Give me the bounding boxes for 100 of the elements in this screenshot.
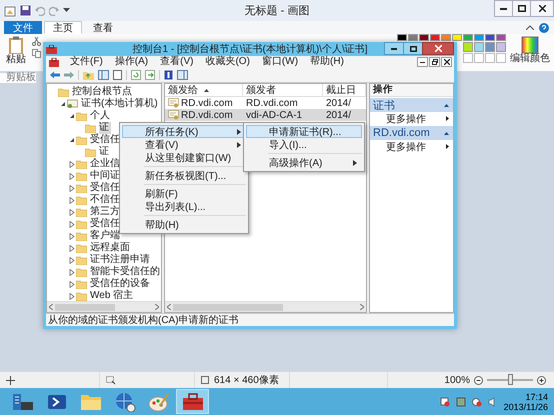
tray-icon[interactable] bbox=[456, 396, 466, 406]
collapse-ribbon-icon[interactable] bbox=[526, 25, 534, 30]
tree-item[interactable]: 企业信 bbox=[90, 158, 122, 170]
tree-item[interactable]: 第三方 bbox=[90, 206, 122, 218]
tree-item[interactable]: 中间证 bbox=[90, 170, 122, 182]
close-button[interactable] bbox=[530, 0, 554, 17]
menu-item[interactable]: 新任务板视图(T)... bbox=[122, 169, 246, 182]
column-header[interactable]: 截止日 bbox=[323, 84, 366, 96]
zoom-in-icon[interactable] bbox=[537, 376, 546, 384]
collapsed-arrow-icon[interactable] bbox=[69, 172, 75, 180]
zoom-out-icon[interactable] bbox=[474, 376, 483, 384]
menu-item[interactable]: 导出列表(L)... bbox=[122, 200, 246, 213]
column-header[interactable]: 颁发者 bbox=[243, 84, 323, 96]
tree-item[interactable]: 证书(本地计算机) bbox=[81, 98, 160, 110]
color-swatch[interactable] bbox=[408, 34, 418, 41]
menu-item[interactable]: 所有任务(K) bbox=[122, 125, 246, 138]
zoom-slider-thumb[interactable] bbox=[508, 374, 513, 385]
menu-item[interactable]: 刷新(F) bbox=[122, 187, 246, 200]
restore-button[interactable] bbox=[429, 57, 440, 67]
menu-item[interactable]: 窗口(W) bbox=[260, 56, 300, 68]
menu-item[interactable]: 操作(A) bbox=[114, 56, 150, 68]
up-folder-icon[interactable] bbox=[83, 69, 94, 81]
forward-icon[interactable] bbox=[64, 69, 74, 81]
section-header[interactable]: 证书 bbox=[370, 98, 453, 112]
menu-item[interactable]: 高级操作(A) bbox=[246, 156, 362, 169]
tree-item[interactable]: 受信任 bbox=[90, 218, 122, 230]
ribbon-tab[interactable]: 主页 bbox=[44, 21, 82, 34]
refresh-icon[interactable] bbox=[131, 69, 141, 81]
tree-item[interactable]: 控制台根节点 bbox=[72, 86, 134, 98]
tree-item[interactable]: 客户端 bbox=[90, 230, 122, 242]
color-swatch[interactable] bbox=[496, 34, 506, 41]
taskbar-button[interactable] bbox=[176, 389, 209, 414]
color-spectrum-icon[interactable] bbox=[521, 36, 539, 54]
ribbon-tab[interactable]: 查看 bbox=[84, 21, 122, 34]
tray-icon[interactable] bbox=[472, 396, 482, 406]
color-swatch[interactable] bbox=[397, 34, 407, 41]
tree-item[interactable]: 智能卡受信任的 bbox=[90, 266, 161, 278]
save-icon[interactable] bbox=[20, 5, 31, 16]
tree-item[interactable]: 不信任 bbox=[90, 194, 122, 206]
tree-item[interactable]: 受信任的设备 bbox=[90, 278, 152, 290]
maximize-button[interactable] bbox=[403, 42, 423, 55]
tree-item[interactable]: 证 bbox=[99, 146, 111, 158]
collapsed-arrow-icon[interactable] bbox=[69, 184, 75, 192]
tray-icon[interactable] bbox=[440, 396, 450, 406]
scroll-left-icon[interactable] bbox=[49, 304, 53, 310]
tree-item[interactable]: 证 bbox=[99, 122, 111, 134]
maximize-button[interactable] bbox=[512, 0, 531, 17]
tree-item[interactable]: Web 宿主 bbox=[90, 290, 136, 301]
tree-toggle-icon[interactable] bbox=[98, 69, 109, 81]
section-header[interactable]: RD.vdi.com bbox=[370, 126, 453, 140]
menu-item[interactable]: 帮助(H) bbox=[122, 218, 246, 231]
menu-item[interactable]: 从这里创建窗口(W) bbox=[122, 151, 246, 164]
scroll-right-icon[interactable] bbox=[360, 304, 364, 310]
collapsed-arrow-icon[interactable] bbox=[69, 256, 75, 264]
minimize-button[interactable] bbox=[384, 42, 404, 55]
help-book-icon[interactable] bbox=[164, 69, 173, 81]
help-icon[interactable] bbox=[539, 22, 549, 32]
menu-item[interactable]: 帮助(H) bbox=[309, 56, 345, 68]
color-swatch[interactable] bbox=[452, 34, 462, 41]
close-button[interactable] bbox=[441, 57, 452, 67]
paste-label[interactable]: 粘贴 bbox=[6, 54, 26, 65]
expanded-arrow-icon[interactable] bbox=[69, 113, 75, 119]
minimize-button[interactable] bbox=[417, 57, 428, 67]
menu-item[interactable]: 导入(I)... bbox=[246, 138, 362, 151]
clipboard-icon[interactable] bbox=[8, 36, 24, 54]
menu-item[interactable]: 查看(V) bbox=[122, 138, 246, 151]
scrollbar[interactable] bbox=[47, 301, 161, 312]
back-icon[interactable] bbox=[50, 69, 60, 81]
color-swatch[interactable] bbox=[441, 34, 451, 41]
document-icon[interactable] bbox=[113, 69, 122, 81]
color-swatch[interactable] bbox=[474, 42, 484, 52]
dropdown-icon[interactable] bbox=[63, 8, 70, 13]
list-row[interactable]: RD.vdi.com vdi-AD-CA-1 2014/ bbox=[165, 109, 366, 121]
collapsed-arrow-icon[interactable] bbox=[69, 244, 75, 252]
expanded-arrow-icon[interactable] bbox=[69, 137, 75, 143]
menu-item[interactable]: 申请新证书(R)... bbox=[246, 125, 362, 138]
color-swatch[interactable] bbox=[474, 34, 484, 41]
color-swatch[interactable] bbox=[496, 42, 506, 52]
scroll-left-icon[interactable] bbox=[167, 304, 171, 310]
color-swatch[interactable] bbox=[485, 42, 495, 52]
collapsed-arrow-icon[interactable] bbox=[69, 208, 75, 216]
edit-colors-label[interactable]: 编辑颜色 bbox=[510, 54, 550, 64]
color-swatch[interactable] bbox=[430, 34, 440, 41]
clock-date[interactable]: 2013/11/26 bbox=[504, 402, 548, 412]
menu-item[interactable]: 查看(V) bbox=[159, 56, 194, 68]
color-swatch[interactable] bbox=[485, 34, 495, 41]
tree-item[interactable]: 远程桌面 bbox=[90, 242, 132, 254]
scroll-right-icon[interactable] bbox=[155, 304, 159, 310]
action-item[interactable]: 更多操作 bbox=[370, 140, 453, 153]
collapsed-arrow-icon[interactable] bbox=[69, 280, 75, 288]
clock-time[interactable]: 17:14 bbox=[525, 392, 548, 402]
color-swatch[interactable] bbox=[463, 34, 473, 41]
minimize-button[interactable] bbox=[494, 0, 513, 17]
tree-item[interactable]: 个人 bbox=[90, 110, 112, 122]
expanded-arrow-icon[interactable] bbox=[60, 101, 66, 107]
close-button[interactable] bbox=[422, 42, 454, 55]
action-item[interactable]: 更多操作 bbox=[370, 112, 453, 125]
tree-item[interactable]: 受信任 bbox=[90, 134, 122, 146]
color-swatch[interactable] bbox=[463, 42, 473, 52]
list-row[interactable]: RD.vdi.com RD.vdi.com 2014/ bbox=[165, 97, 366, 109]
